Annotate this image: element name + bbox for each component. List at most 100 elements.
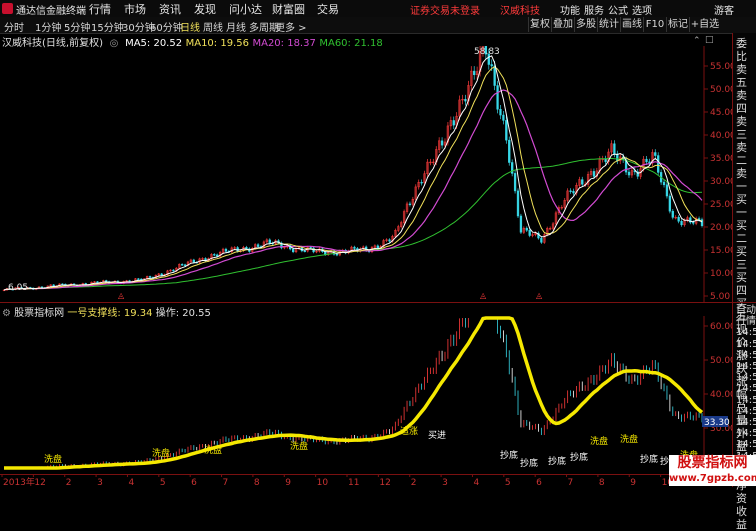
ma20-line [3, 89, 703, 291]
menu-service[interactable]: 服务 [584, 2, 604, 17]
period-5min[interactable]: 5分钟 [64, 19, 90, 34]
date-tick-label: 8 [599, 478, 605, 487]
login-status[interactable]: 证券交易未登录 [410, 2, 480, 17]
chart-restore-icon[interactable]: □ [705, 35, 714, 45]
date-tick-label: 3 [97, 478, 103, 487]
app-title: 通达信金融终端 [16, 6, 86, 17]
pane-divider [0, 302, 732, 303]
price-tick-label: 55.00 [710, 62, 732, 72]
watermark-url: www.7gpzb.com [669, 472, 756, 486]
period-daily[interactable]: 日线 [180, 19, 200, 34]
menu-wealth[interactable]: 财富圈 [272, 1, 305, 17]
sub-chart[interactable]: 60.0050.0040.0030.0020.00 洗盘洗盘洗盘洗盘买进追涨抄底… [0, 316, 732, 472]
high-price-label: 58.83 [474, 47, 500, 57]
price-tick-label: 40.00 [710, 131, 732, 141]
adjust-button[interactable]: 复权 [528, 17, 551, 32]
main-price-ticks: 55.00 50.00 45.00 40.00 35.00 30.00 25.00 20.00… [704, 62, 732, 302]
date-tick-label: 12 [379, 478, 390, 487]
tick-time: 14:5 [736, 417, 756, 429]
quote-field-label: 买三 [736, 245, 747, 271]
quote-field-label: 买一 [736, 193, 747, 219]
signal-label: 追涨 [400, 425, 418, 437]
tick-time: 14:5 [736, 327, 756, 339]
tick-time: 14:5 [736, 383, 756, 395]
period-60min[interactable]: 60分钟 [150, 19, 183, 34]
chart-collapse-icon[interactable]: ⌃ [693, 36, 701, 46]
price-tick-label: 25.00 [710, 200, 732, 210]
sub-price-tick-label: 50.00 [710, 356, 732, 366]
sub-price-tick-label: 40.00 [710, 390, 732, 400]
date-tick-label: 7 [223, 478, 229, 487]
price-tick-label: 5.00 [710, 292, 730, 302]
event-marker: ◬ [118, 291, 125, 300]
f10-button[interactable]: F10 [643, 17, 666, 32]
period-1min[interactable]: 1分钟 [35, 19, 61, 34]
menu-market[interactable]: 市场 [124, 1, 146, 17]
multi-stock-button[interactable]: 多股 [574, 17, 597, 32]
date-tick-label: 12 [34, 478, 45, 487]
main-chart[interactable]: 55.00 50.00 45.00 40.00 35.00 30.00 25.00 20.00… [0, 46, 732, 302]
date-tick-label: 2 [66, 478, 72, 487]
period-timeshare[interactable]: 分时 [4, 19, 24, 34]
date-tick-label: 9 [285, 478, 291, 487]
date-tick-label: 8 [254, 478, 260, 487]
event-marker: ◬ [480, 291, 487, 300]
menu-function[interactable]: 功能 [560, 2, 580, 17]
watermark-title: 股票指标网 [669, 455, 756, 472]
quote-field-label: 买二 [736, 219, 747, 245]
date-tick-label: 6 [191, 478, 197, 487]
signal-label: 洗盘 [590, 435, 608, 447]
app-logo-icon [2, 3, 13, 14]
stats-button[interactable]: 统计 [597, 17, 620, 32]
add-watchlist-button[interactable]: +自选 [689, 17, 720, 32]
date-tick-label: 4 [473, 478, 479, 487]
ma10-line [3, 66, 703, 291]
menu-news[interactable]: 资讯 [159, 1, 181, 17]
event-marker: ◬ [536, 291, 543, 300]
ma5-line [3, 55, 703, 291]
date-tick-label: 6 [536, 478, 542, 487]
period-monthly[interactable]: 月线 [226, 19, 246, 34]
date-axis: 2013年1223456789101112234567891011 [0, 474, 704, 487]
tick-time: 14:5 [736, 405, 756, 417]
price-tick-label: 50.00 [710, 85, 732, 95]
period-more[interactable]: 更多 > [275, 19, 307, 34]
menu-quotes[interactable]: 行情 [89, 1, 111, 17]
price-tick-label: 20.00 [710, 223, 732, 233]
current-price-tag-text: 33.30 [704, 418, 730, 428]
menu-trade[interactable]: 交易 [317, 1, 339, 17]
price-tick-label: 10.00 [710, 269, 732, 279]
period-weekly[interactable]: 周线 [203, 19, 223, 34]
quote-field-label: 卖二 [736, 141, 747, 167]
tick-time: 14:5 [736, 338, 756, 350]
date-tick-label: 11 [348, 478, 359, 487]
tick-time: 14:5 [736, 349, 756, 361]
quote-field-label: 委比 [736, 37, 747, 63]
signal-label: 抄底 [548, 455, 566, 467]
signal-label: 抄底 [640, 453, 658, 465]
period-15min[interactable]: 15分钟 [91, 19, 124, 34]
signal-label: 抄底 [520, 457, 538, 469]
quote-field-label: 卖三 [736, 115, 747, 141]
tick-time: 14:5 [736, 372, 756, 384]
date-tick-label: 5 [505, 478, 511, 487]
date-tick-label: 10 [317, 478, 329, 487]
quote-field-label: 卖五 [736, 63, 747, 89]
menu-discover[interactable]: 发现 [194, 1, 216, 17]
menu-options[interactable]: 选项 [632, 2, 652, 17]
date-tick-label: 5 [160, 478, 166, 487]
price-tick-label: 45.00 [710, 108, 732, 118]
date-tick-label: 7 [568, 478, 574, 487]
signal-label: 抄底 [570, 451, 588, 463]
date-tick-label: 9 [630, 478, 636, 487]
stock-name: 汉威科技 [500, 6, 540, 17]
panel-divider [733, 302, 756, 303]
draw-button[interactable]: 画线 [620, 17, 643, 32]
quote-field-label: 卖四 [736, 89, 747, 115]
mark-button[interactable]: 标记 [666, 17, 689, 32]
main-candles [2, 46, 704, 292]
menu-formula[interactable]: 公式 [608, 2, 628, 17]
menu-guest[interactable]: 游客 [714, 2, 734, 17]
overlay-button[interactable]: 叠加 [551, 17, 574, 32]
menu-ask[interactable]: 问小达 [229, 1, 262, 17]
